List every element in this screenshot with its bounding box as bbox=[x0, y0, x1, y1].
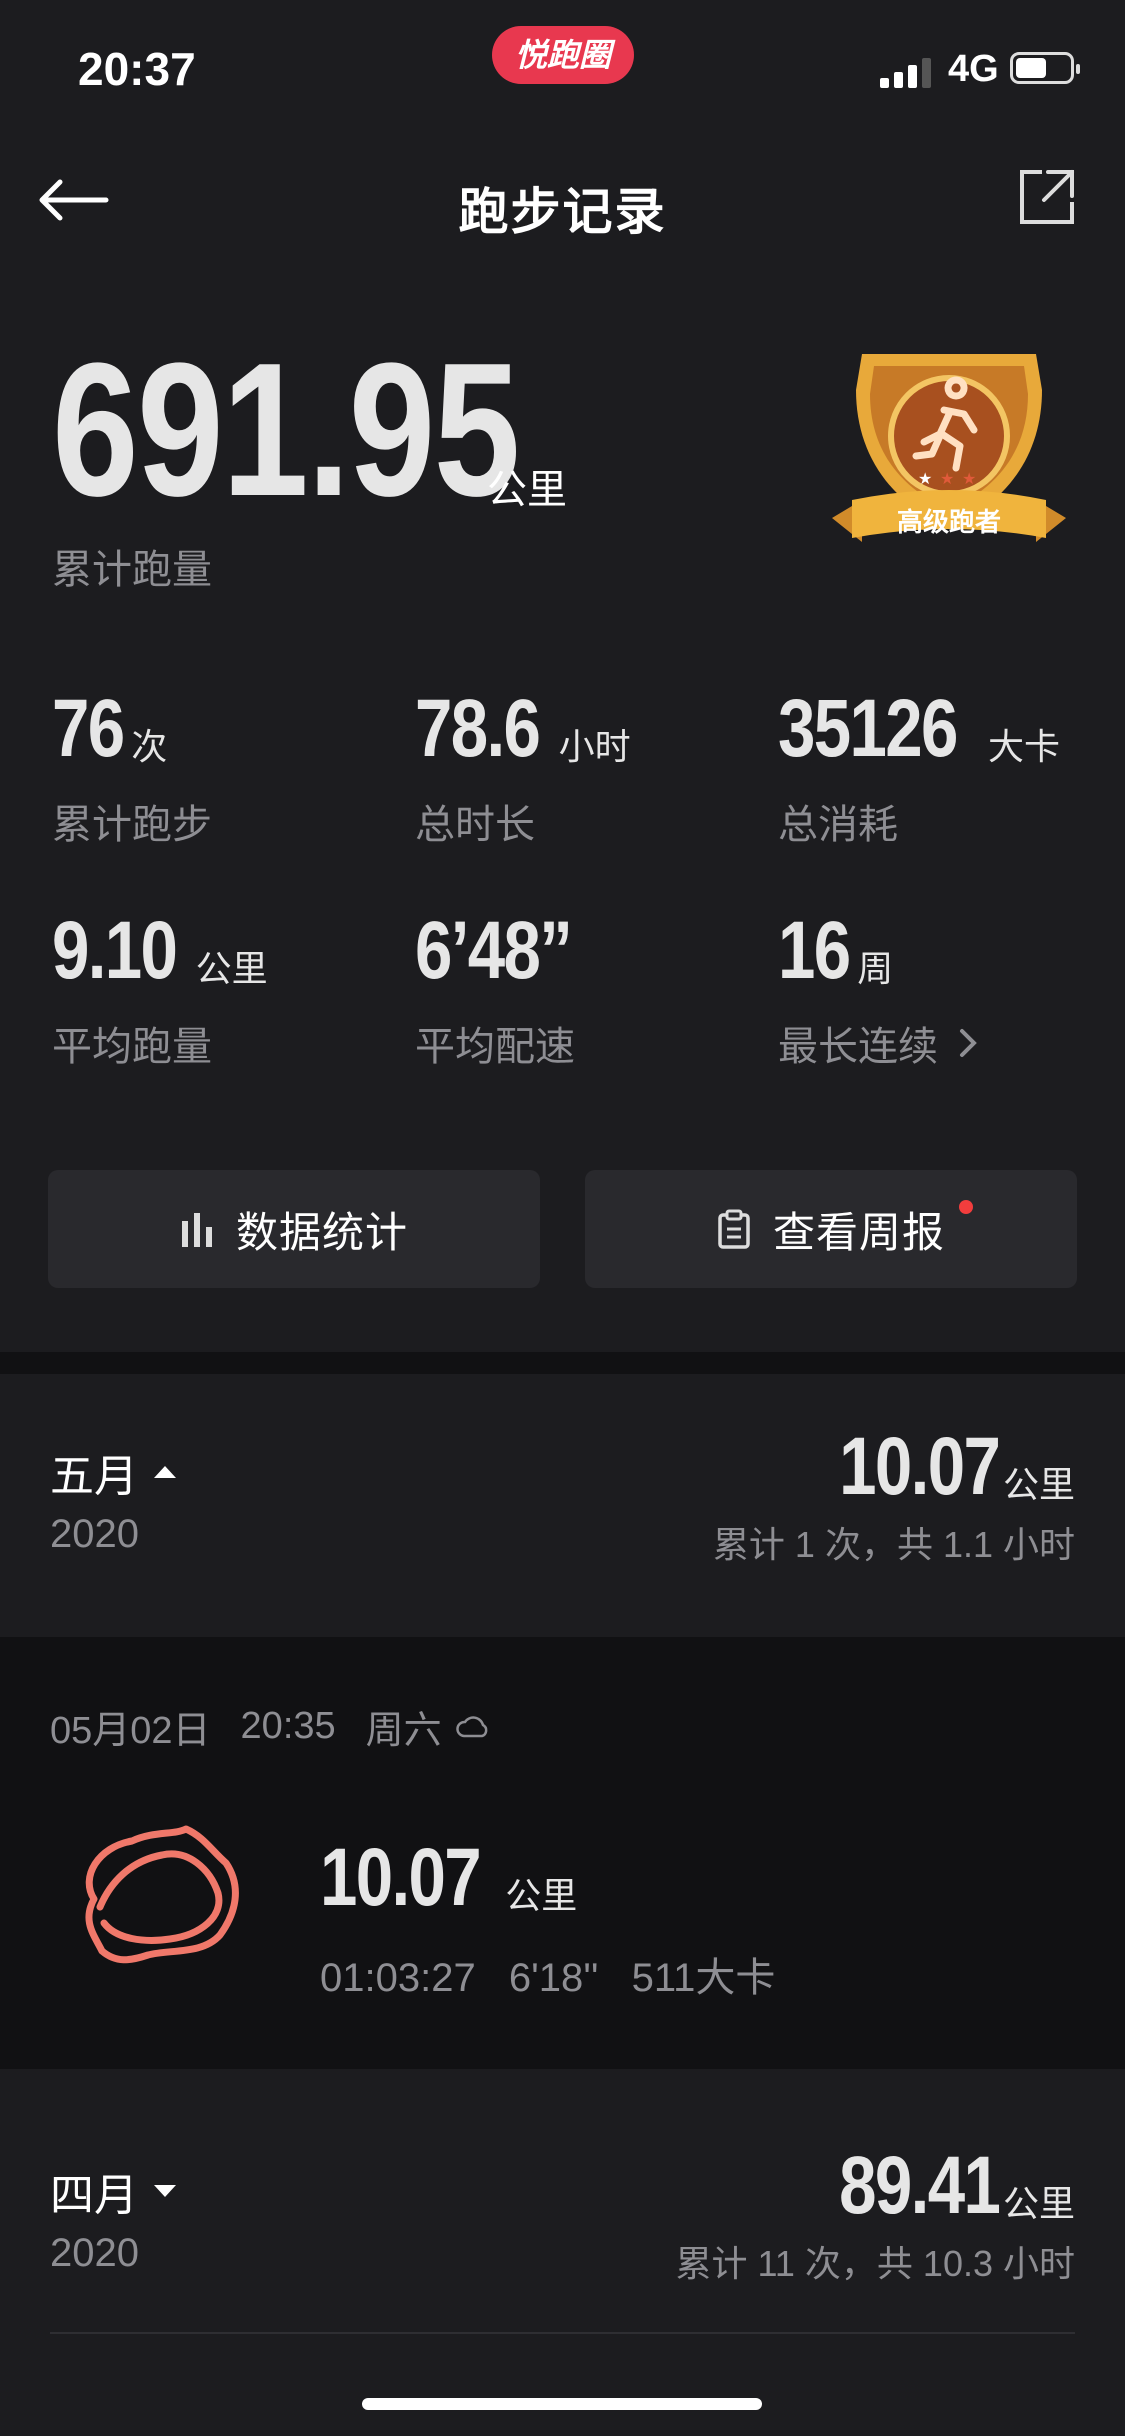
month-header-may[interactable]: 五月 2020 10.07 公里 累计 1 次，共 1.1 小时 bbox=[0, 1374, 1125, 1637]
month-distance: 89.41 bbox=[838, 2140, 1001, 2231]
record-distance-unit: 公里 bbox=[505, 1875, 578, 1916]
app-brand-badge: 悦跑圈 bbox=[492, 26, 634, 84]
stat-label-row: 最长连续 bbox=[778, 1014, 984, 1072]
data-stats-button[interactable]: 数据统计 bbox=[48, 1170, 540, 1288]
record-distance-row: 10.07 公里 bbox=[320, 1837, 577, 1919]
month-name: 四月 bbox=[50, 2171, 138, 2220]
stat-longest-streak[interactable]: 16 周 最长连续 bbox=[778, 910, 984, 1072]
stat-value: 35126 bbox=[778, 683, 958, 774]
total-distance-unit: 公里 bbox=[487, 468, 567, 512]
status-bar: 20:37 悦跑圈 4G bbox=[0, 0, 1125, 130]
month-name: 五月 bbox=[50, 1452, 138, 1501]
status-time: 20:37 bbox=[78, 43, 196, 95]
stat-avg-distance: 9.10 公里 平均跑量 bbox=[52, 910, 268, 1072]
notification-dot bbox=[959, 1200, 973, 1214]
stat-label: 最长连续 bbox=[778, 1025, 938, 1069]
record-time: 20:35 bbox=[240, 1705, 336, 1747]
run-record-card[interactable]: 05月02日 20:35 周六 10.07 公里 01:03:27 6'18''… bbox=[0, 1637, 1125, 2069]
stat-value: 9.10 bbox=[52, 905, 178, 996]
svg-text:★: ★ bbox=[940, 471, 954, 488]
data-stats-label: 数据统计 bbox=[235, 1208, 408, 1256]
chevron-right-icon bbox=[960, 1029, 977, 1057]
network-type: 4G bbox=[948, 48, 999, 90]
bar-chart-icon bbox=[181, 1213, 212, 1247]
month-header-april[interactable]: 四月 2020 89.41 公里 累计 11 次，共 10.3 小时 bbox=[0, 2069, 1125, 2332]
total-distance-section: 691.95 公里 累计跑量 bbox=[52, 324, 621, 592]
home-indicator[interactable] bbox=[362, 2398, 762, 2410]
stat-run-count: 76 次 累计跑步 bbox=[52, 688, 212, 850]
stat-value: 78.6 bbox=[415, 683, 541, 774]
stat-total-time: 78.6 小时 总时长 bbox=[415, 688, 631, 850]
nav-bar: 跑步记录 bbox=[0, 150, 1125, 250]
stat-unit: 大卡 bbox=[988, 726, 1061, 767]
runner-level-badge[interactable]: ★ ★ ★ 高级跑者 bbox=[832, 350, 1066, 572]
record-distance: 10.07 bbox=[320, 1832, 482, 1923]
battery-icon bbox=[1010, 52, 1080, 84]
caret-up-icon bbox=[154, 1466, 176, 1478]
stat-label: 累计跑步 bbox=[52, 803, 212, 847]
stat-label: 平均跑量 bbox=[52, 1025, 212, 1069]
route-map-thumbnail bbox=[70, 1817, 250, 1977]
stat-calories: 35126 大卡 总消耗 bbox=[778, 688, 1060, 850]
month-distance-row: 89.41 公里 bbox=[804, 2145, 1075, 2227]
stat-avg-pace: 6’48” 平均配速 bbox=[415, 910, 606, 1072]
month-distance-unit: 公里 bbox=[1002, 1464, 1075, 1505]
weekly-report-button[interactable]: 查看周报 bbox=[585, 1170, 1077, 1288]
share-icon[interactable] bbox=[1018, 168, 1076, 226]
stat-label: 总时长 bbox=[415, 803, 535, 847]
total-distance-label: 累计跑量 bbox=[52, 548, 212, 592]
month-distance-row: 10.07 公里 bbox=[804, 1426, 1075, 1508]
stat-value: 16 bbox=[778, 905, 851, 996]
clipboard-icon bbox=[718, 1209, 750, 1249]
month-distance-unit: 公里 bbox=[1002, 2183, 1075, 2224]
record-weekday: 周六 bbox=[365, 1710, 442, 1752]
stat-value: 6’48” bbox=[415, 905, 573, 996]
weekly-report-label: 查看周报 bbox=[772, 1208, 945, 1256]
record-duration: 01:03:27 bbox=[320, 1956, 476, 2000]
page-title: 跑步记录 bbox=[458, 184, 667, 240]
stat-value: 76 bbox=[52, 683, 125, 774]
month-year: 2020 bbox=[50, 1512, 139, 1556]
svg-text:★: ★ bbox=[962, 471, 976, 488]
record-date-row: 05月02日 20:35 周六 bbox=[50, 1699, 492, 1754]
stat-unit: 次 bbox=[131, 726, 168, 767]
badge-label: 高级跑者 bbox=[896, 507, 1001, 537]
month-distance: 10.07 bbox=[838, 1421, 1001, 1512]
svg-text:★: ★ bbox=[918, 471, 932, 488]
cloud-icon bbox=[455, 1715, 488, 1737]
record-calories: 511大卡 bbox=[631, 1956, 776, 2000]
stat-label: 总消耗 bbox=[778, 803, 898, 847]
section-divider bbox=[0, 1352, 1125, 1374]
month-summary: 累计 11 次，共 10.3 小时 bbox=[675, 2243, 1075, 2284]
caret-down-icon bbox=[154, 2185, 176, 2197]
record-details: 01:03:27 6'18'' 511大卡 bbox=[320, 1945, 797, 2003]
record-pace: 6'18'' bbox=[508, 1956, 599, 2000]
record-date: 05月02日 bbox=[50, 1710, 211, 1752]
stat-label: 平均配速 bbox=[415, 1025, 575, 1069]
month-name-row: 五月 bbox=[50, 1440, 178, 1504]
month-year: 2020 bbox=[50, 2231, 139, 2275]
month-summary: 累计 1 次，共 1.1 小时 bbox=[712, 1524, 1075, 1565]
signal-icon bbox=[880, 54, 936, 88]
stat-unit: 周 bbox=[857, 948, 894, 989]
stat-unit: 小时 bbox=[558, 726, 631, 767]
month-name-row: 四月 bbox=[50, 2159, 178, 2223]
list-separator bbox=[50, 2332, 1075, 2334]
total-distance-value: 691.95 bbox=[52, 324, 520, 536]
stat-unit: 公里 bbox=[195, 948, 268, 989]
